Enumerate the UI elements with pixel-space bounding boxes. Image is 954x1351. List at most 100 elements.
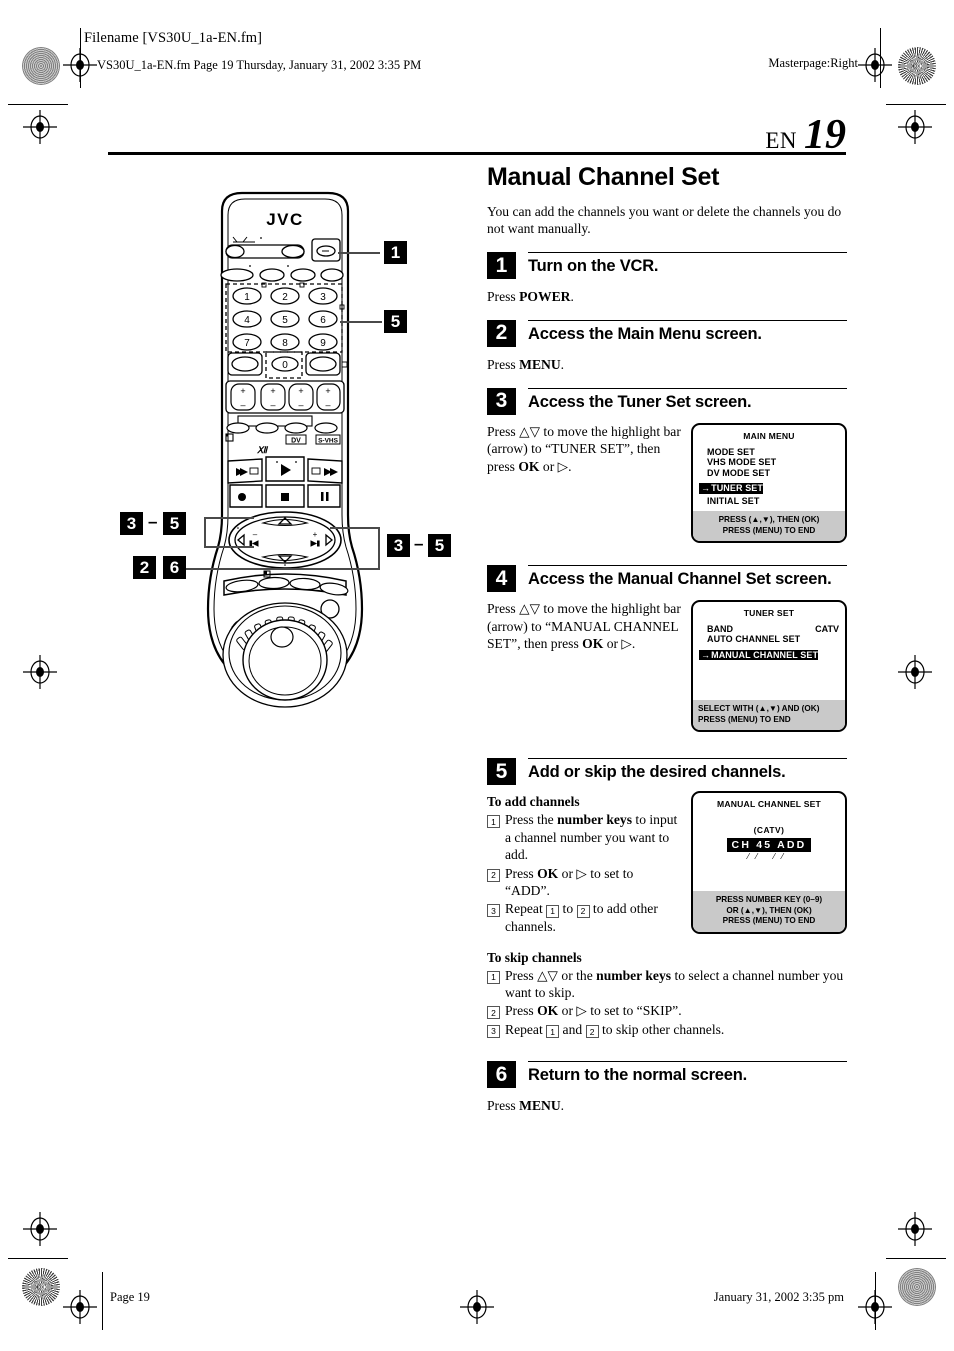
header-divider <box>108 152 846 155</box>
step-3-t4: . <box>568 458 572 474</box>
crop-target-bottom-left <box>63 1290 97 1324</box>
add-item-1-text: Press the number keys to input a channel… <box>505 811 681 863</box>
step-1-body-pre: Press <box>487 289 520 305</box>
step-3-title: Access the Tuner Set screen. <box>528 392 752 411</box>
osd-manual-channel-set-body: (CATV) CH 45 ADD ⁄⁄ ⁄⁄ <box>693 813 845 891</box>
step-4-arrows-icon: △▽ <box>519 601 541 617</box>
svg-text:+: + <box>298 386 303 396</box>
add-item-2-text: Press OK or ▷ to set to “ADD”. <box>505 865 681 900</box>
osd-tuner-set-item-1[interactable]: →MANUAL CHANNEL SET <box>699 649 819 661</box>
callout-badge-5-left: 5 <box>163 512 186 535</box>
crop-target-top-right <box>858 48 892 82</box>
skip-channels-heading: To skip channels <box>487 949 582 965</box>
add-item-1-bold: number keys <box>557 812 633 828</box>
add-item-3-text: Repeat 1 to 2 to add other channels. <box>505 900 681 935</box>
osd-tuner-set: TUNER SET BAND CATV AUTO CHANNEL SET →MA… <box>691 600 847 733</box>
remote-key-0: 0 <box>282 360 288 371</box>
remote-brand-label: JVC <box>266 210 304 229</box>
osd-tuner-set-item-1-label: MANUAL CHANNEL SET <box>711 649 819 660</box>
skip-item-3-pre: Repeat <box>505 1021 547 1037</box>
osd-main-menu-item-4[interactable]: INITIAL SET <box>699 496 839 507</box>
step-2-number: 2 <box>487 319 516 347</box>
osd-main-menu-item-3-label: TUNER SET <box>711 483 764 494</box>
step-3: 3 Access the Tuner Set screen. <box>487 387 847 415</box>
crop-target-right-upper <box>898 110 932 144</box>
skip-item-3-ref-a: 1 <box>546 1025 560 1039</box>
remote-key-5: 5 <box>282 315 288 326</box>
osd-main-menu-item-1[interactable]: VHS MODE SET <box>699 457 839 468</box>
osd-tuner-set-footer: SELECT WITH (▲,▼) AND (OK) PRESS (MENU) … <box>693 700 845 731</box>
add-channels-item-1: 1 Press the number keys to input a chann… <box>487 811 681 863</box>
step-3-arrows-icon: △▽ <box>519 423 541 439</box>
leader-line-callout-2-6 <box>186 568 256 570</box>
osd-tuner-set-band-value: CATV <box>815 624 839 635</box>
registration-mark-top-right <box>898 47 936 85</box>
trim-rule-top-right-h <box>886 104 946 105</box>
step-6-number: 6 <box>487 1061 516 1089</box>
trim-rule-right <box>880 28 881 88</box>
osd-main-menu-item-0[interactable]: MODE SET <box>699 447 839 458</box>
add-item-1-marker: 1 <box>487 815 500 829</box>
step-4-t1: Press <box>487 601 520 617</box>
osd-tuner-set-item-0[interactable]: AUTO CHANNEL SET <box>699 634 839 645</box>
crop-target-left-lower <box>23 1212 57 1246</box>
osd-main-menu-item-3[interactable]: →TUNER SET <box>699 483 764 495</box>
step-6: 6 Return to the normal screen. <box>487 1061 847 1089</box>
step-5: 5 Add or skip the desired channels. <box>487 758 847 786</box>
osd-main-menu-footer-line-1: PRESS (▲,▼), THEN (OK) <box>718 515 820 525</box>
remote-key-3: 3 <box>320 292 326 303</box>
skip-item-2-pre: Press <box>505 1003 538 1019</box>
skip-item-1-pre: Press △▽ or the <box>505 967 597 983</box>
osd-manual-channel-set: MANUAL CHANNEL SET (CATV) CH 45 ADD ⁄⁄ ⁄… <box>691 791 847 934</box>
svg-text:–: – <box>240 400 245 410</box>
callout-badge-5: 5 <box>384 310 407 333</box>
step-2-body-pre: Press <box>487 356 520 372</box>
svg-text:+: + <box>270 386 275 396</box>
step-3-row: Press △▽ to move the highlight bar (arro… <box>487 422 847 544</box>
skip-item-1-marker: 1 <box>487 970 500 984</box>
callout-dash-left: – <box>148 512 158 531</box>
remote-control-illustration: JVC 1 2 3 4 5 6 7 8 9 0 + – + – + – + – … <box>200 185 450 730</box>
footer-date-label: January 31, 2002 3:35 pm <box>713 1290 844 1304</box>
skip-item-2-marker: 2 <box>487 1006 500 1020</box>
osd-manual-channel-set-title: MANUAL CHANNEL SET <box>716 799 822 810</box>
registration-mark-top-left <box>22 47 60 85</box>
step-3-right-triangle-icon: ▷ <box>557 458 569 474</box>
osd-tuner-set-footer-line-2: PRESS (MENU) TO END <box>698 714 791 724</box>
step-3-t1: Press <box>487 423 520 439</box>
remote-key-7: 7 <box>244 338 250 349</box>
skip-item-3-text: Repeat 1 and 2 to skip other channels. <box>505 1021 724 1039</box>
remote-key-4: 4 <box>244 315 250 326</box>
skip-item-3-marker: 3 <box>487 1024 500 1038</box>
skip-item-2-bold: OK <box>537 1003 559 1019</box>
page-title: Manual Channel Set <box>487 163 720 191</box>
step-5-title: Add or skip the desired channels. <box>528 763 786 782</box>
trim-rule-top-left-h <box>8 104 68 105</box>
step-6-body: Press MENU. <box>487 1097 847 1115</box>
crop-target-bottom-center <box>460 1290 494 1324</box>
osd-main-menu-selection-arrow-icon: → <box>701 483 711 494</box>
osd-tuner-set-band-label: BAND <box>707 624 733 635</box>
svg-text:+: + <box>240 386 245 396</box>
osd-main-menu-item-2[interactable]: DV MODE SET <box>699 468 839 479</box>
step-5-row: To add channels 1 Press the number keys … <box>487 791 847 937</box>
osd-manual-channel-set-band-tag: (CATV) <box>753 825 785 836</box>
osd-manual-channel-set-chip[interactable]: CH 45 ADD <box>726 838 812 853</box>
fm-source-line: VS30U_1a-EN.fm Page 19 Thursday, January… <box>97 58 422 72</box>
crop-target-right-mid <box>898 655 932 689</box>
osd-tuner-set-band-row[interactable]: BAND CATV <box>699 624 839 634</box>
step-4-row: Press △▽ to move the highlight bar (arro… <box>487 600 847 733</box>
leader-line-callout-3-5-right-a <box>330 527 380 529</box>
skip-channels-block: To skip channels 1 Press △▽ or the numbe… <box>487 950 847 1039</box>
osd-manual-channel-set-footer: PRESS NUMBER KEY (0–9) OR (▲,▼), THEN (O… <box>693 891 845 932</box>
add-item-3-marker: 3 <box>487 904 500 918</box>
footer-page-label: Page 19 <box>110 1290 150 1304</box>
remote-key-1: 1 <box>244 292 250 303</box>
osd-main-menu-title: MAIN MENU <box>743 430 795 441</box>
step-4-t3: or <box>603 636 622 652</box>
page-language-code: EN <box>765 128 797 153</box>
step-1-body-post: . <box>570 289 574 305</box>
skip-item-2-post: or ▷ to set to “SKIP”. <box>558 1003 682 1019</box>
trim-rule-left-bottom <box>102 1272 103 1330</box>
add-item-2-marker: 2 <box>487 868 500 882</box>
